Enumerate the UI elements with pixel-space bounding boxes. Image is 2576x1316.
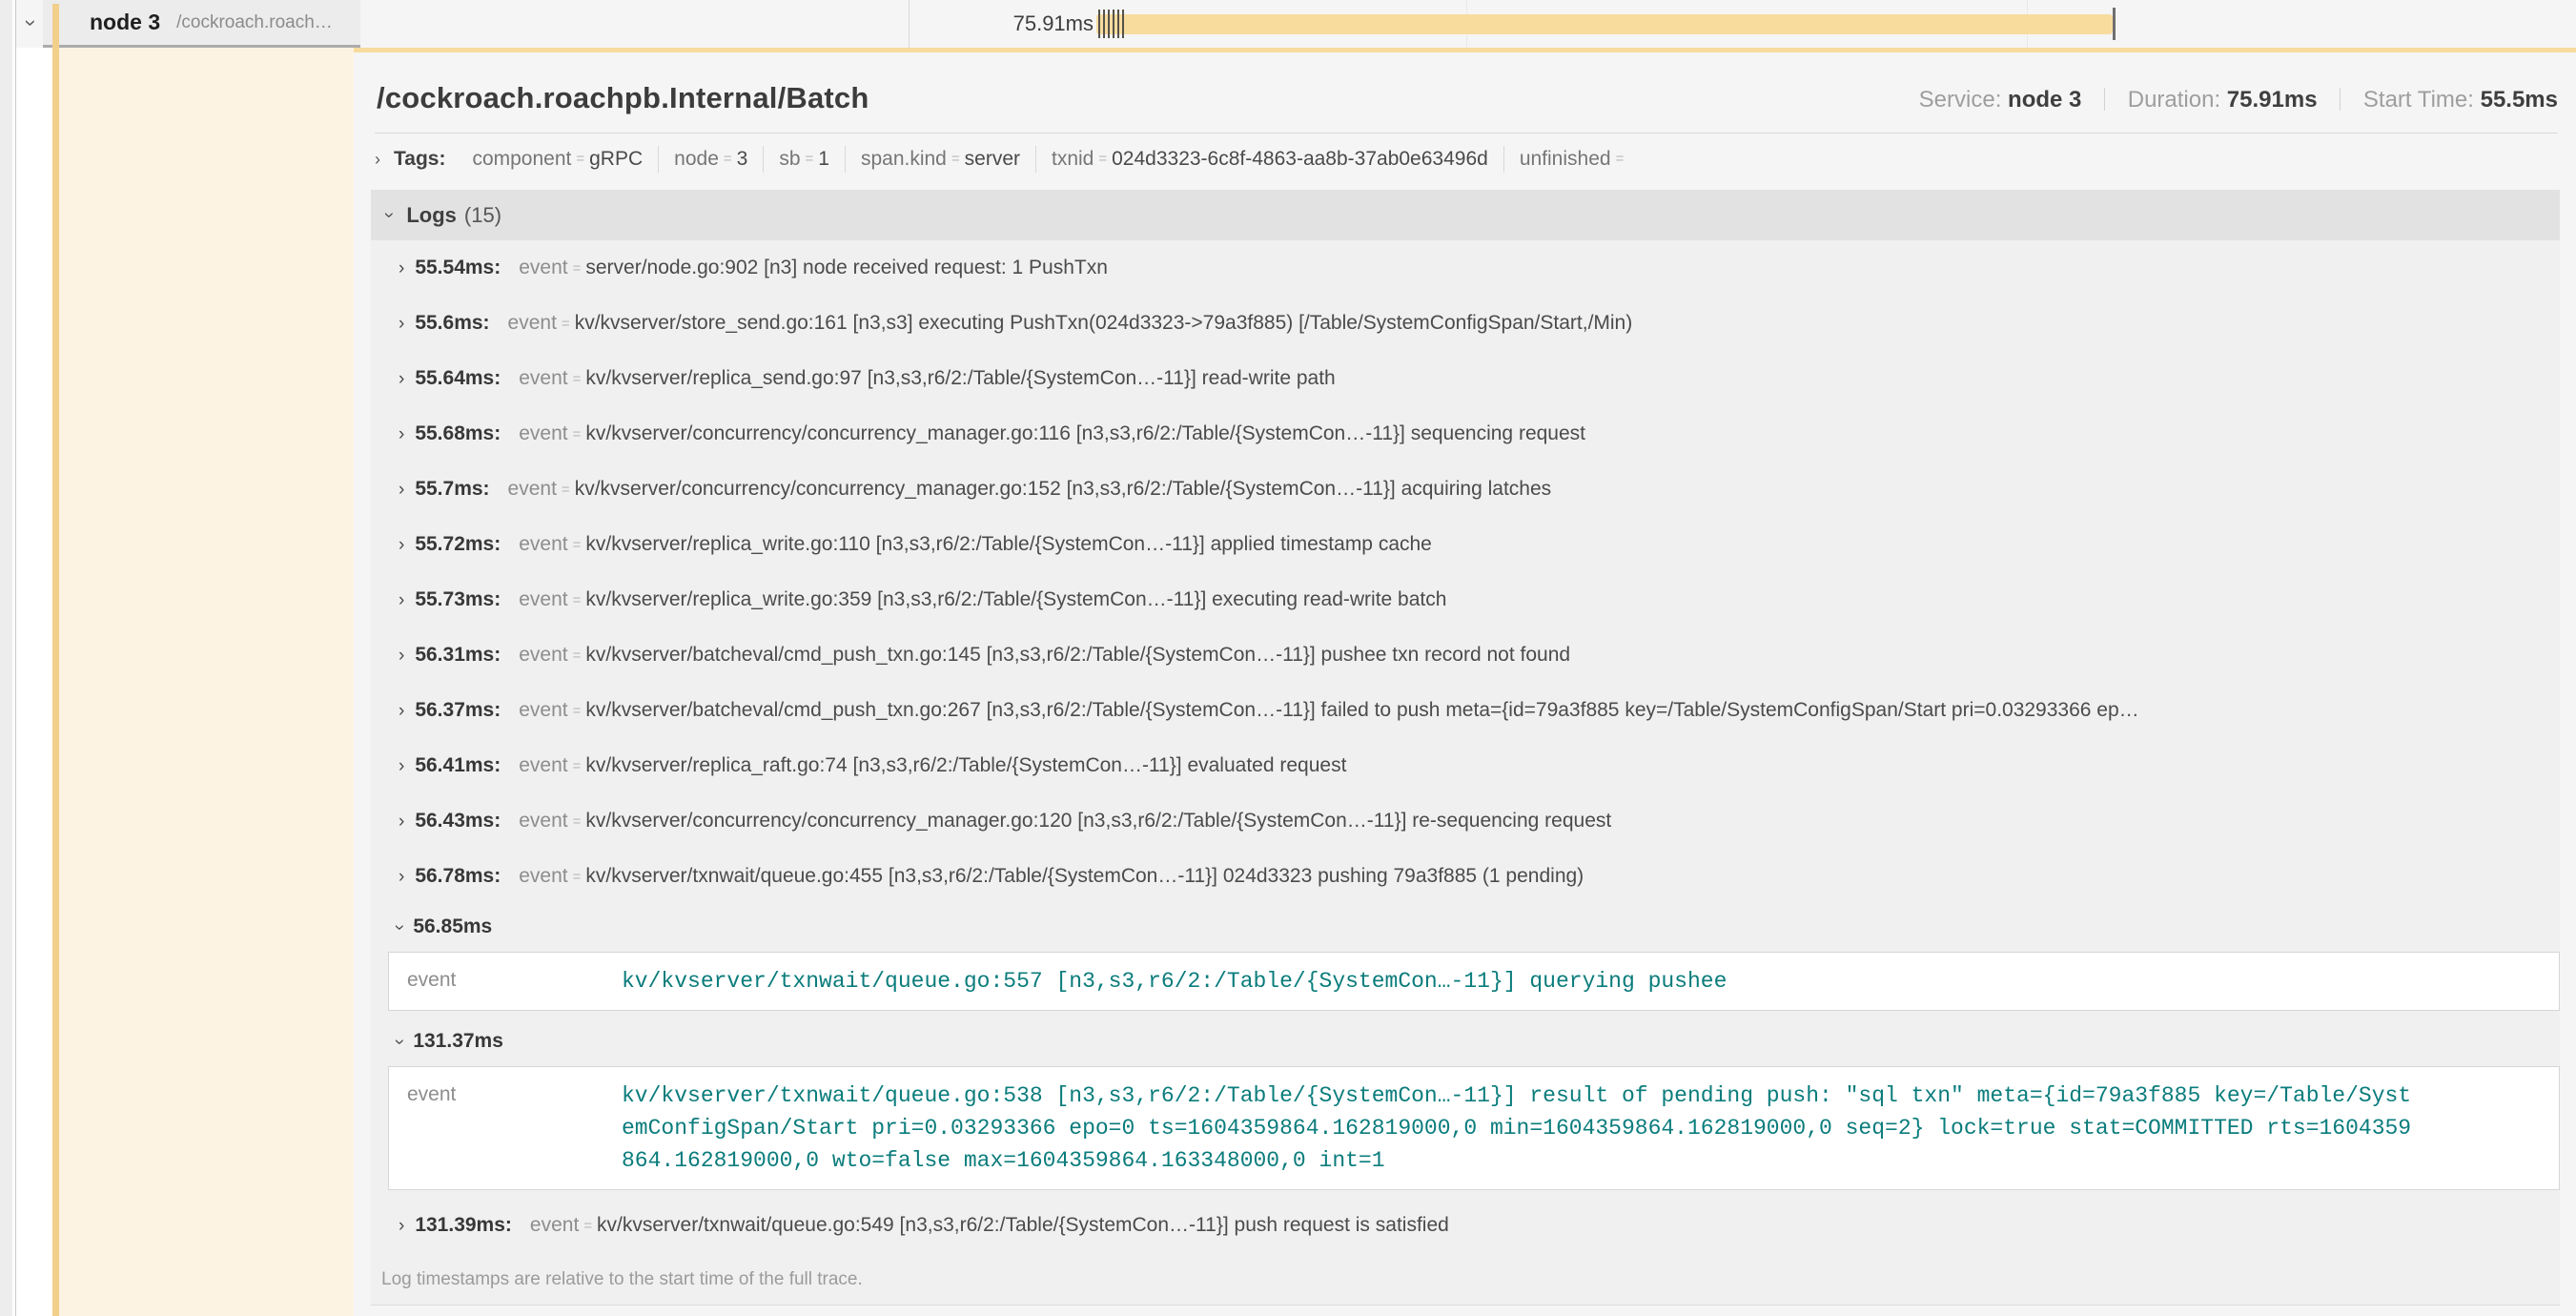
duration-label: Duration: xyxy=(2128,87,2220,113)
tags-label: Tags: xyxy=(394,148,445,171)
log-row[interactable]: ›55.72ms:event=kv/kvserver/replica_write… xyxy=(371,517,2560,572)
chevron-right-icon: › xyxy=(399,1217,404,1235)
log-marker-end-tick xyxy=(2113,8,2116,40)
tag-item: span.kind=server xyxy=(845,146,1035,173)
logs-section: › Logs (15) ›55.54ms:event=server/node.g… xyxy=(371,190,2560,1306)
divider xyxy=(2340,88,2341,111)
chevron-right-icon: › xyxy=(399,868,404,886)
page-left-gutter xyxy=(0,0,12,1316)
chevron-right-icon: › xyxy=(399,647,404,665)
chevron-right-icon: › xyxy=(399,481,404,499)
log-marker-ticks xyxy=(1098,10,1124,38)
span-operation-name: /cockroach.roach… xyxy=(176,12,333,33)
tags-accordion-toggle[interactable]: › Tags: component=gRPC node=3 sb=1 span.… xyxy=(354,134,2576,183)
span-service-color-bar xyxy=(52,4,59,1316)
log-field-key: event xyxy=(407,1080,622,1177)
chevron-right-icon: › xyxy=(399,757,404,775)
log-row[interactable]: ›56.31ms:event=kv/kvserver/batcheval/cmd… xyxy=(371,627,2560,683)
span-duration-label: 75.91ms xyxy=(1013,11,1094,36)
log-row[interactable]: ›56.78ms:event=kv/kvserver/txnwait/queue… xyxy=(371,849,2560,904)
span-detail-header: /cockroach.roachpb.Internal/Batch Servic… xyxy=(354,52,2576,115)
span-duration-bar[interactable] xyxy=(1096,14,2113,34)
chevron-down-icon[interactable]: › xyxy=(21,19,42,26)
logs-list: ›55.54ms:event=server/node.go:902 [n3] n… xyxy=(371,240,2560,1305)
service-value: node 3 xyxy=(2008,87,2081,113)
log-field-key: event xyxy=(407,965,622,997)
log-row[interactable]: ›56.37ms:event=kv/kvserver/batcheval/cmd… xyxy=(371,683,2560,738)
log-detail-box: event kv/kvserver/txnwait/queue.go:538 [… xyxy=(388,1066,2560,1190)
chevron-right-icon: › xyxy=(399,591,404,609)
logs-title: Logs xyxy=(406,203,457,228)
log-row[interactable]: ›55.64ms:event=kv/kvserver/replica_send.… xyxy=(371,351,2560,406)
start-time-label: Start Time: xyxy=(2363,87,2474,113)
logs-accordion-toggle[interactable]: › Logs (15) xyxy=(371,190,2560,240)
span-name-tab[interactable]: node 3 /cockroach.roach… xyxy=(43,0,360,48)
log-row[interactable]: ›56.41ms:event=kv/kvserver/replica_raft.… xyxy=(371,738,2560,793)
span-indent-guide xyxy=(59,48,354,1316)
span-detail-panel: /cockroach.roachpb.Internal/Batch Servic… xyxy=(354,48,2576,1316)
log-detail-box: event kv/kvserver/txnwait/queue.go:557 [… xyxy=(388,952,2560,1011)
log-row[interactable]: ›55.6ms:event=kv/kvserver/store_send.go:… xyxy=(371,296,2560,351)
log-entry-expanded: › 56.85ms event kv/kvserver/txnwait/queu… xyxy=(371,904,2560,1011)
chevron-right-icon: › xyxy=(399,702,404,720)
log-row-expanded-toggle[interactable]: › 131.37ms xyxy=(371,1018,2560,1064)
log-row[interactable]: ›56.43ms:event=kv/kvserver/concurrency/c… xyxy=(371,793,2560,849)
tag-item: sb=1 xyxy=(763,146,845,173)
logs-count: (15) xyxy=(464,203,501,228)
logs-footer-note: Log timestamps are relative to the start… xyxy=(371,1253,2560,1305)
tag-item: txnid=024d3323-6c8f-4863-aa8b-37ab0e6349… xyxy=(1035,146,1503,173)
chevron-right-icon: › xyxy=(375,151,380,168)
divider xyxy=(2104,88,2105,111)
log-entry-expanded: › 131.37ms event kv/kvserver/txnwait/que… xyxy=(371,1018,2560,1190)
chevron-down-icon: › xyxy=(391,1038,409,1044)
tag-item: unfinished= xyxy=(1503,146,1645,173)
start-time-value: 55.5ms xyxy=(2481,87,2558,113)
chevron-down-icon: › xyxy=(391,924,409,930)
column-resizer[interactable] xyxy=(15,0,16,1316)
chevron-right-icon: › xyxy=(399,812,404,831)
duration-value: 75.91ms xyxy=(2227,87,2318,113)
service-label: Service: xyxy=(1919,87,2002,113)
span-timeline-row: › node 3 /cockroach.roach… 75.91ms xyxy=(16,0,2576,48)
log-field-value: kv/kvserver/txnwait/queue.go:557 [n3,s3,… xyxy=(622,965,2423,997)
timeline-column-divider xyxy=(909,0,910,48)
log-row[interactable]: ›131.39ms:event=kv/kvserver/txnwait/queu… xyxy=(371,1198,2560,1253)
chevron-right-icon: › xyxy=(399,259,404,278)
log-row[interactable]: ›55.73ms:event=kv/kvserver/replica_write… xyxy=(371,572,2560,627)
chevron-right-icon: › xyxy=(399,370,404,388)
log-row[interactable]: ›55.68ms:event=kv/kvserver/concurrency/c… xyxy=(371,406,2560,462)
span-title: /cockroach.roachpb.Internal/Batch xyxy=(377,81,869,115)
log-field-value: kv/kvserver/txnwait/queue.go:538 [n3,s3,… xyxy=(622,1080,2423,1177)
span-service-name: node 3 xyxy=(90,10,160,35)
log-row[interactable]: ›55.7ms:event=kv/kvserver/concurrency/co… xyxy=(371,462,2560,517)
chevron-right-icon: › xyxy=(399,315,404,333)
chevron-down-icon: › xyxy=(380,212,399,217)
log-row[interactable]: ›55.54ms:event=server/node.go:902 [n3] n… xyxy=(371,240,2560,296)
chevron-right-icon: › xyxy=(399,425,404,443)
chevron-right-icon: › xyxy=(399,536,404,554)
span-summary: Service: node 3 Duration: 75.91ms Start … xyxy=(1919,87,2558,115)
tag-item: component=gRPC xyxy=(457,146,658,173)
tag-item: node=3 xyxy=(658,146,763,173)
log-row-expanded-toggle[interactable]: › 56.85ms xyxy=(371,904,2560,950)
